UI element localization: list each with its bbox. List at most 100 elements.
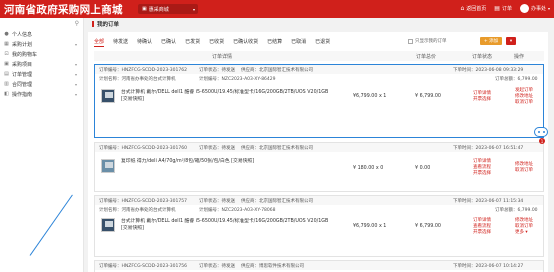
order-time: 下单时间：2023-06-07 11:15:34 [453, 199, 524, 204]
tab-settled[interactable]: 已结算 [267, 38, 282, 47]
unit-price: ¥ 180.00 x 0 [353, 166, 384, 171]
order-amount: 订单总额：6,799.00 [495, 77, 538, 82]
tab-received[interactable]: 已收货 [209, 38, 224, 47]
home-icon: ⌂ [460, 5, 465, 12]
tab-receipt-confirmed[interactable]: 已确认收货 [233, 38, 258, 47]
order-state: 订单状态：待发送 [199, 264, 235, 269]
user-menu[interactable]: 办事处 ▾ [519, 4, 550, 13]
tab-cancelled[interactable]: 已取消 [291, 38, 306, 47]
cancel-order-link[interactable]: 取消订单 [515, 100, 533, 106]
more-dropdown[interactable]: 更多 ▾ [515, 230, 533, 236]
add-button[interactable]: + 添加 [480, 37, 502, 45]
mall-select-value: 惠采商城 [148, 6, 169, 13]
only-mine-label: 只显示我的订单 [415, 39, 447, 44]
order-head: 订单编号：HNZFCG-SCDD-2023-301760 订单状态：待发送 供应… [95, 143, 543, 152]
plan-number: 计划编号：NZC2023-A03-XY-78068 [199, 208, 276, 213]
notification-badge: 1 [539, 138, 545, 144]
page-header: 我的订单 [86, 18, 554, 30]
order-time: 下单时间：2023-06-07 16:51:47 [453, 146, 524, 151]
sidebar-item-contract[interactable]: ▥ 合同管理 ▾ [0, 79, 83, 89]
sidebar-item-label: 操作指南 [12, 91, 33, 98]
sidebar-item-label: 订单管理 [12, 71, 33, 78]
order-number[interactable]: 订单编号：HNZFCG-SCDD-2023-301756 [99, 263, 187, 269]
pin-icon[interactable]: ⚲ [75, 20, 79, 27]
product-description[interactable]: 台式计算机 戴尔/DELL dell1 酷睿 i5-6500U/19.45/标准… [121, 89, 331, 103]
sidebar-item-label: 采购计划 [12, 41, 33, 48]
product-description[interactable]: 台式计算机 戴尔/DELL dell1 酷睿 i5-6500U/19.45/标准… [121, 218, 331, 232]
orders-link[interactable]: ▤ 订单 [494, 5, 512, 12]
order-status-links: 订单详情 开票选择 [473, 91, 491, 103]
tab-pending-confirm[interactable]: 待确认 [137, 38, 152, 47]
product-thumbnail[interactable] [101, 159, 115, 173]
order-number[interactable]: 订单编号：HNZFCG-SCDD-2023-301762 [99, 67, 187, 73]
sidebar-item-plan[interactable]: ▦ 采购计划 ▾ [0, 39, 83, 49]
robot-eye [538, 131, 540, 133]
order-card: 订单编号：HNZFCG-SCDD-2023-301760 订单状态：待发送 供应… [94, 142, 544, 192]
supplier-name: 供应商：博思软件技术有限公司 [241, 264, 304, 269]
plan-number: 计划编号：NZC2023-A03-XY-86429 [199, 77, 276, 82]
user-icon: ● [4, 31, 9, 37]
site-logo[interactable]: 河南省政府采购网上商城 [4, 2, 123, 17]
filter-button[interactable]: ▾ [506, 37, 516, 45]
plan-name: 计划名称：河南省办事处的台式计算机 [99, 208, 176, 213]
column-details: 订单详情 [212, 54, 233, 60]
sidebar-item-label: 采购项目 [12, 61, 33, 68]
tab-pending-send[interactable]: 待发送 [113, 38, 128, 47]
plan-icon: ▦ [4, 41, 9, 47]
plan-name: 计划名称：河南省办事处的台式计算机 [99, 77, 176, 82]
invoice-select-link[interactable]: 开票选择 [473, 230, 491, 236]
unit-price: ¥6,799.00 x 1 [353, 94, 387, 99]
sidebar-item-label: 个人信息 [12, 31, 33, 38]
invoice-select-link[interactable]: 开票选择 [473, 171, 491, 177]
orders-panel: 全部 待发送 待确认 已确认 已发货 已收货 已确认收货 已结算 已取消 已退货… [88, 32, 548, 272]
chevron-down-icon: ▾ [547, 6, 550, 11]
sidebar-item-label: 合同管理 [12, 81, 33, 88]
sidebar-collapse[interactable]: ⚲ [0, 18, 83, 29]
order-ops: 修改地址 取消订单 [515, 162, 533, 174]
product-description[interactable]: 复印纸 得力/deli A4/70g/m²/8包/箱/50张/包/白色 [交易快… [121, 158, 281, 165]
column-total: 订单总价 [416, 54, 437, 60]
sidebar-item-orders[interactable]: ▤ 订单管理 ▾ [0, 69, 83, 79]
product-thumbnail[interactable] [101, 218, 115, 232]
column-status: 订单状态 [472, 54, 493, 60]
orders-label: 订单 [501, 6, 512, 12]
robot-icon [534, 127, 548, 137]
sidebar-item-guide[interactable]: ◧ 操作指南 ▾ [0, 89, 83, 99]
robot-eye [543, 131, 545, 133]
supplier-name: 供应商：北京国际智汇技术有限公司 [241, 146, 313, 151]
store-icon: ▣ [142, 6, 147, 12]
tab-all[interactable]: 全部 [94, 38, 105, 47]
order-number[interactable]: 订单编号：HNZFCG-SCDD-2023-301760 [99, 145, 187, 151]
user-name: 办事处 [530, 6, 546, 12]
supplier-name: 供应商：北京国际智汇技术有限公司 [241, 68, 313, 73]
sidebar-item-profile[interactable]: ● 个人信息 [0, 29, 83, 39]
assistant-robot[interactable]: 1 [534, 127, 548, 144]
order-status-links: 订单详情 查看流程 开票选择 [473, 218, 491, 236]
sidebar-item-cart[interactable]: ⊡ 我的购物车 [0, 49, 83, 59]
chevron-down-icon: ▾ [74, 91, 77, 97]
order-state: 订单状态：待发送 [199, 199, 235, 204]
tab-returned[interactable]: 已退货 [315, 38, 330, 47]
order-time: 下单时间：2023-06-07 10:14:27 [453, 264, 524, 269]
title-accent [92, 21, 94, 27]
chevron-down-icon: ▾ [74, 61, 77, 67]
sidebar-item-project[interactable]: ▣ 采购项目 ▾ [0, 59, 83, 69]
column-ops: 操作 [514, 54, 525, 60]
mall-select[interactable]: ▣ 惠采商城 ▾ [138, 4, 198, 14]
sidebar: ⚲ ● 个人信息 ▦ 采购计划 ▾ ⊡ 我的购物车 ▣ 采购项目 ▾ ▤ 订单管… [0, 18, 84, 272]
order-number[interactable]: 订单编号：HNZFCG-SCDD-2023-301757 [99, 198, 187, 204]
filter-icon: ▾ [509, 38, 513, 44]
return-home-link[interactable]: ⌂ 返回首页 [460, 5, 486, 12]
checkbox-box[interactable] [408, 38, 413, 44]
only-mine-checkbox[interactable]: 只显示我的订单 [408, 38, 447, 44]
order-head: 订单编号：HNZFCG-SCDD-2023-301757 订单状态：待发送 供应… [95, 196, 543, 205]
tab-shipped[interactable]: 已发货 [185, 38, 200, 47]
cancel-order-link[interactable]: 取消订单 [515, 168, 533, 174]
chevron-down-icon: ▾ [74, 71, 77, 77]
tab-confirmed[interactable]: 已确认 [161, 38, 176, 47]
order-total: ¥ 6,799.00 [415, 94, 441, 99]
contract-icon: ▥ [4, 81, 9, 87]
invoice-select-link[interactable]: 开票选择 [473, 97, 491, 103]
product-thumbnail[interactable] [101, 89, 115, 103]
unit-price: ¥6,799.00 x 1 [353, 224, 387, 229]
